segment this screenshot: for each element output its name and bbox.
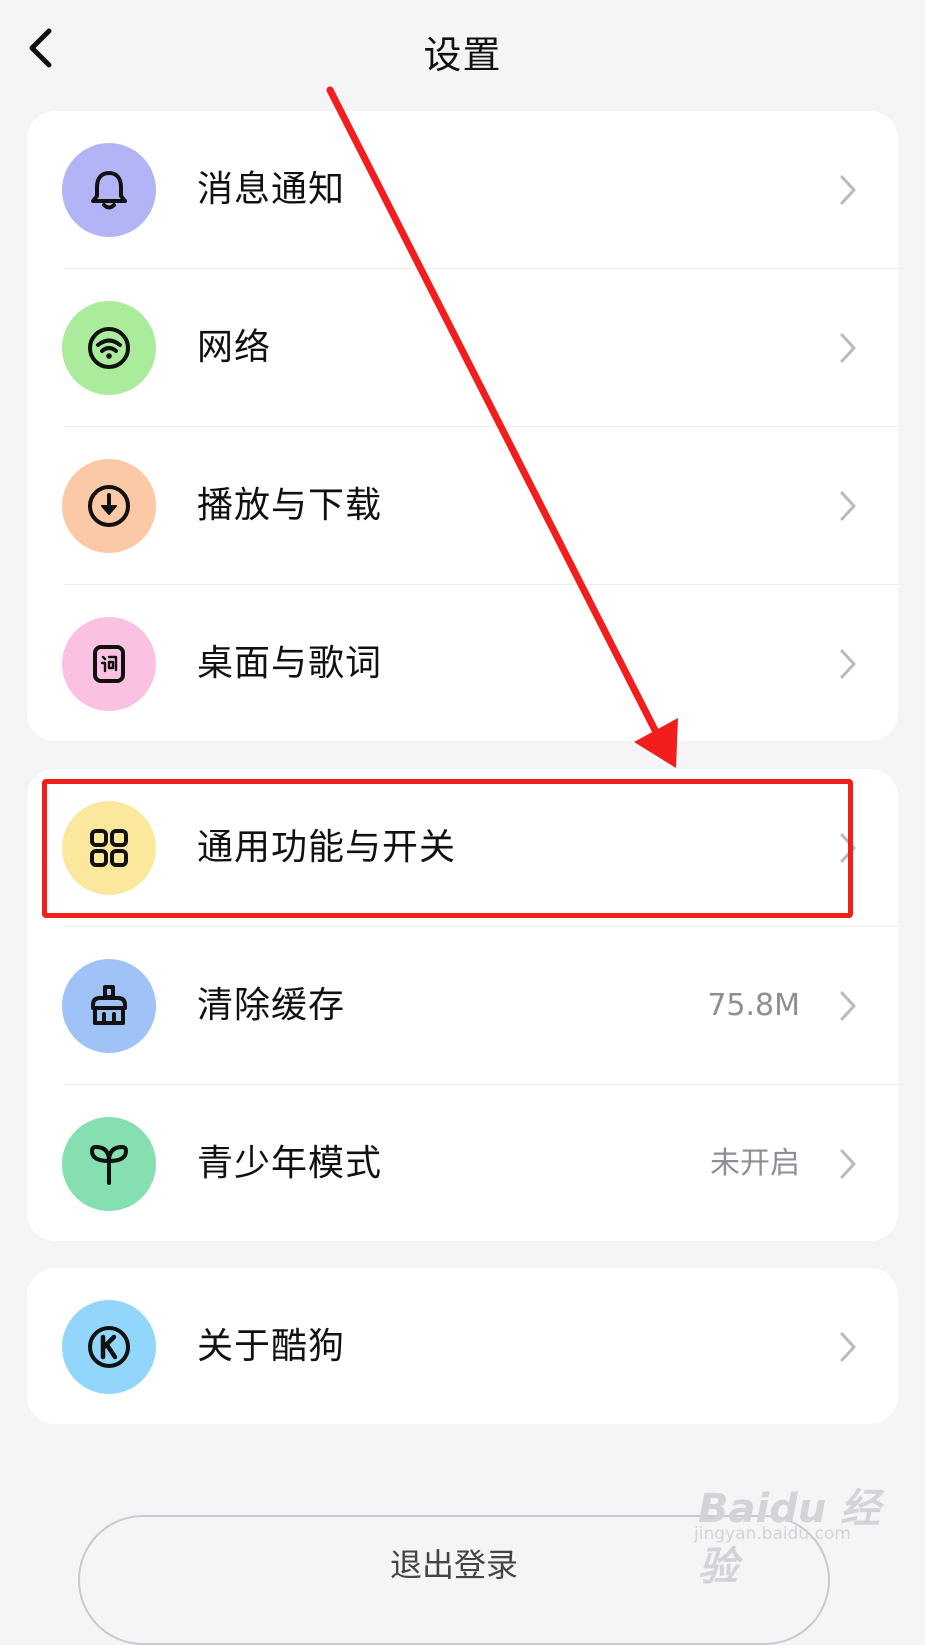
settings-group-1: 消息通知 网络 播放与下载 桌面与歌词 — [27, 111, 898, 741]
bell-icon — [62, 143, 156, 237]
wifi-icon — [62, 301, 156, 395]
chevron-right-icon — [840, 649, 856, 679]
settings-item-about[interactable]: 关于酷狗 — [27, 1268, 898, 1424]
settings-item-label: 播放与下载 — [197, 485, 383, 526]
chevron-right-icon — [840, 491, 856, 521]
settings-item-playback-download[interactable]: 播放与下载 — [27, 427, 898, 585]
settings-group-3: 关于酷狗 — [27, 1268, 898, 1424]
settings-item-label: 网络 — [197, 327, 272, 368]
chevron-right-icon — [840, 991, 856, 1021]
settings-item-label: 通用功能与开关 — [197, 827, 457, 868]
settings-item-label: 消息通知 — [197, 169, 346, 210]
settings-item-notifications[interactable]: 消息通知 — [27, 111, 898, 269]
settings-item-network[interactable]: 网络 — [27, 269, 898, 427]
settings-item-teen-mode[interactable]: 青少年模式 未开启 — [27, 1085, 898, 1241]
chevron-right-icon — [840, 1149, 856, 1179]
chevron-right-icon — [840, 1332, 856, 1362]
nav-header: 设置 — [0, 0, 925, 100]
page-title: 设置 — [423, 33, 502, 77]
settings-item-clear-cache[interactable]: 清除缓存 75.8M — [27, 927, 898, 1085]
grid-icon — [62, 801, 156, 895]
chevron-right-icon — [840, 833, 856, 863]
chevron-right-icon — [840, 333, 856, 363]
settings-item-general[interactable]: 通用功能与开关 — [27, 769, 898, 927]
teen-mode-status: 未开启 — [710, 1146, 800, 1181]
cache-size-value: 75.8M — [707, 988, 800, 1023]
settings-item-desktop-lyrics[interactable]: 桌面与歌词 — [27, 585, 898, 741]
broom-icon — [62, 959, 156, 1053]
sprout-icon — [62, 1117, 156, 1211]
settings-item-label: 桌面与歌词 — [197, 643, 383, 684]
kugou-logo-icon — [62, 1300, 156, 1394]
lyrics-icon — [62, 617, 156, 711]
settings-item-label: 青少年模式 — [197, 1143, 383, 1184]
settings-group-2: 通用功能与开关 清除缓存 75.8M 青少年模式 未开启 — [27, 769, 898, 1241]
logout-button[interactable]: 退出登录 — [78, 1515, 830, 1645]
settings-item-label: 关于酷狗 — [197, 1326, 346, 1367]
settings-item-label: 清除缓存 — [197, 985, 346, 1026]
chevron-right-icon — [840, 175, 856, 205]
download-icon — [62, 459, 156, 553]
